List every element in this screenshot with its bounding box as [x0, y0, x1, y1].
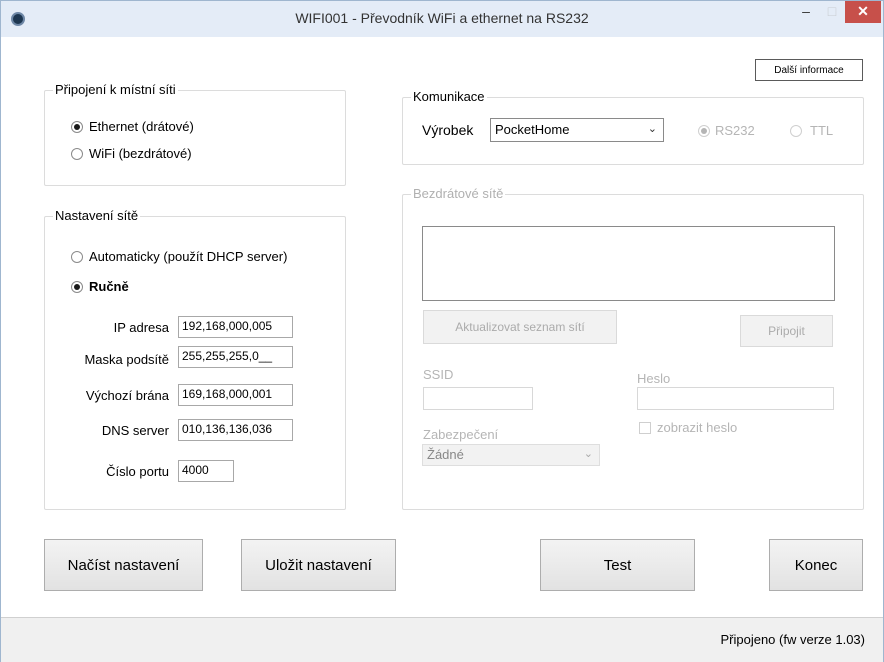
network-list[interactable]: [422, 226, 835, 301]
ssid-input[interactable]: [423, 387, 533, 410]
local-network-legend: Připojení k místní síti: [53, 82, 178, 97]
product-select-value: PocketHome: [495, 122, 570, 137]
port-label: Číslo portu: [106, 464, 169, 479]
password-label: Heslo: [637, 371, 671, 386]
product-label: Výrobek: [422, 122, 474, 138]
show-password-checkbox[interactable]: [639, 422, 651, 434]
chevron-down-icon: ⌄: [583, 448, 593, 460]
security-label: Zabezpečení: [423, 427, 499, 442]
wireless-networks-group: Bezdrátové sítě Aktualizovat seznam sítí…: [402, 186, 864, 510]
more-info-button[interactable]: Další informace: [755, 59, 863, 81]
refresh-networks-button[interactable]: Aktualizovat seznam sítí: [423, 310, 617, 344]
maximize-button[interactable]: □: [819, 1, 845, 23]
gateway-label: Výchozí brána: [85, 388, 169, 403]
ttl-label[interactable]: TTL: [810, 123, 833, 138]
ethernet-label[interactable]: Ethernet (drátové): [89, 119, 194, 134]
mask-label: Maska podsítě: [84, 352, 169, 367]
load-settings-button[interactable]: Načíst nastavení: [44, 539, 203, 591]
save-settings-button[interactable]: Uložit nastavení: [241, 539, 396, 591]
network-settings-legend: Nastavení sítě: [53, 208, 141, 223]
wifi-radio[interactable]: [71, 148, 83, 160]
product-select[interactable]: PocketHome ⌄: [490, 118, 664, 142]
gateway-input[interactable]: 169,168,000,001: [178, 384, 293, 406]
dhcp-radio[interactable]: [71, 251, 83, 263]
security-select[interactable]: Žádné ⌄: [422, 444, 600, 466]
ethernet-radio[interactable]: [71, 121, 83, 133]
manual-radio[interactable]: [71, 281, 83, 293]
communication-legend: Komunikace: [411, 89, 487, 104]
window-title: WIFI001 - Převodník WiFi a ethernet na R…: [295, 10, 589, 26]
ip-label: IP adresa: [113, 320, 169, 335]
ssid-label: SSID: [423, 367, 454, 382]
port-input[interactable]: 4000: [178, 460, 234, 482]
show-password-label[interactable]: zobrazit heslo: [657, 420, 737, 435]
chevron-down-icon: ⌄: [647, 123, 657, 135]
rs232-label[interactable]: RS232: [715, 123, 755, 138]
wifi-label[interactable]: WiFi (bezdrátové): [89, 146, 192, 161]
exit-button[interactable]: Konec: [769, 539, 863, 591]
test-button[interactable]: Test: [540, 539, 695, 591]
rs232-radio[interactable]: [698, 125, 710, 137]
mask-input[interactable]: 255,255,255,0__: [178, 346, 293, 368]
ip-input[interactable]: 192,168,000,005: [178, 316, 293, 338]
title-bar: WIFI001 - Převodník WiFi a ethernet na R…: [1, 1, 883, 37]
status-text: Připojeno (fw verze 1.03): [720, 632, 865, 647]
dns-input[interactable]: 010,136,136,036: [178, 419, 293, 441]
password-input[interactable]: [637, 387, 834, 410]
status-bar: Připojeno (fw verze 1.03): [1, 617, 883, 662]
app-window: WIFI001 - Převodník WiFi a ethernet na R…: [0, 0, 884, 662]
wireless-legend: Bezdrátové sítě: [411, 186, 506, 201]
dns-label: DNS server: [101, 423, 169, 438]
ttl-radio[interactable]: [790, 125, 802, 137]
network-settings-group: Nastavení sítě Automaticky (použít DHCP …: [44, 208, 346, 510]
communication-group: Komunikace Výrobek PocketHome ⌄ RS232 TT…: [402, 89, 864, 165]
security-select-value: Žádné: [427, 447, 464, 462]
dhcp-label[interactable]: Automaticky (použít DHCP server): [89, 249, 287, 264]
connect-button[interactable]: Připojit: [740, 315, 833, 347]
minimize-button[interactable]: –: [793, 1, 819, 23]
manual-label[interactable]: Ručně: [89, 279, 129, 294]
local-network-group: Připojení k místní síti Ethernet (drátov…: [44, 82, 346, 186]
close-button[interactable]: ✕: [845, 1, 881, 23]
